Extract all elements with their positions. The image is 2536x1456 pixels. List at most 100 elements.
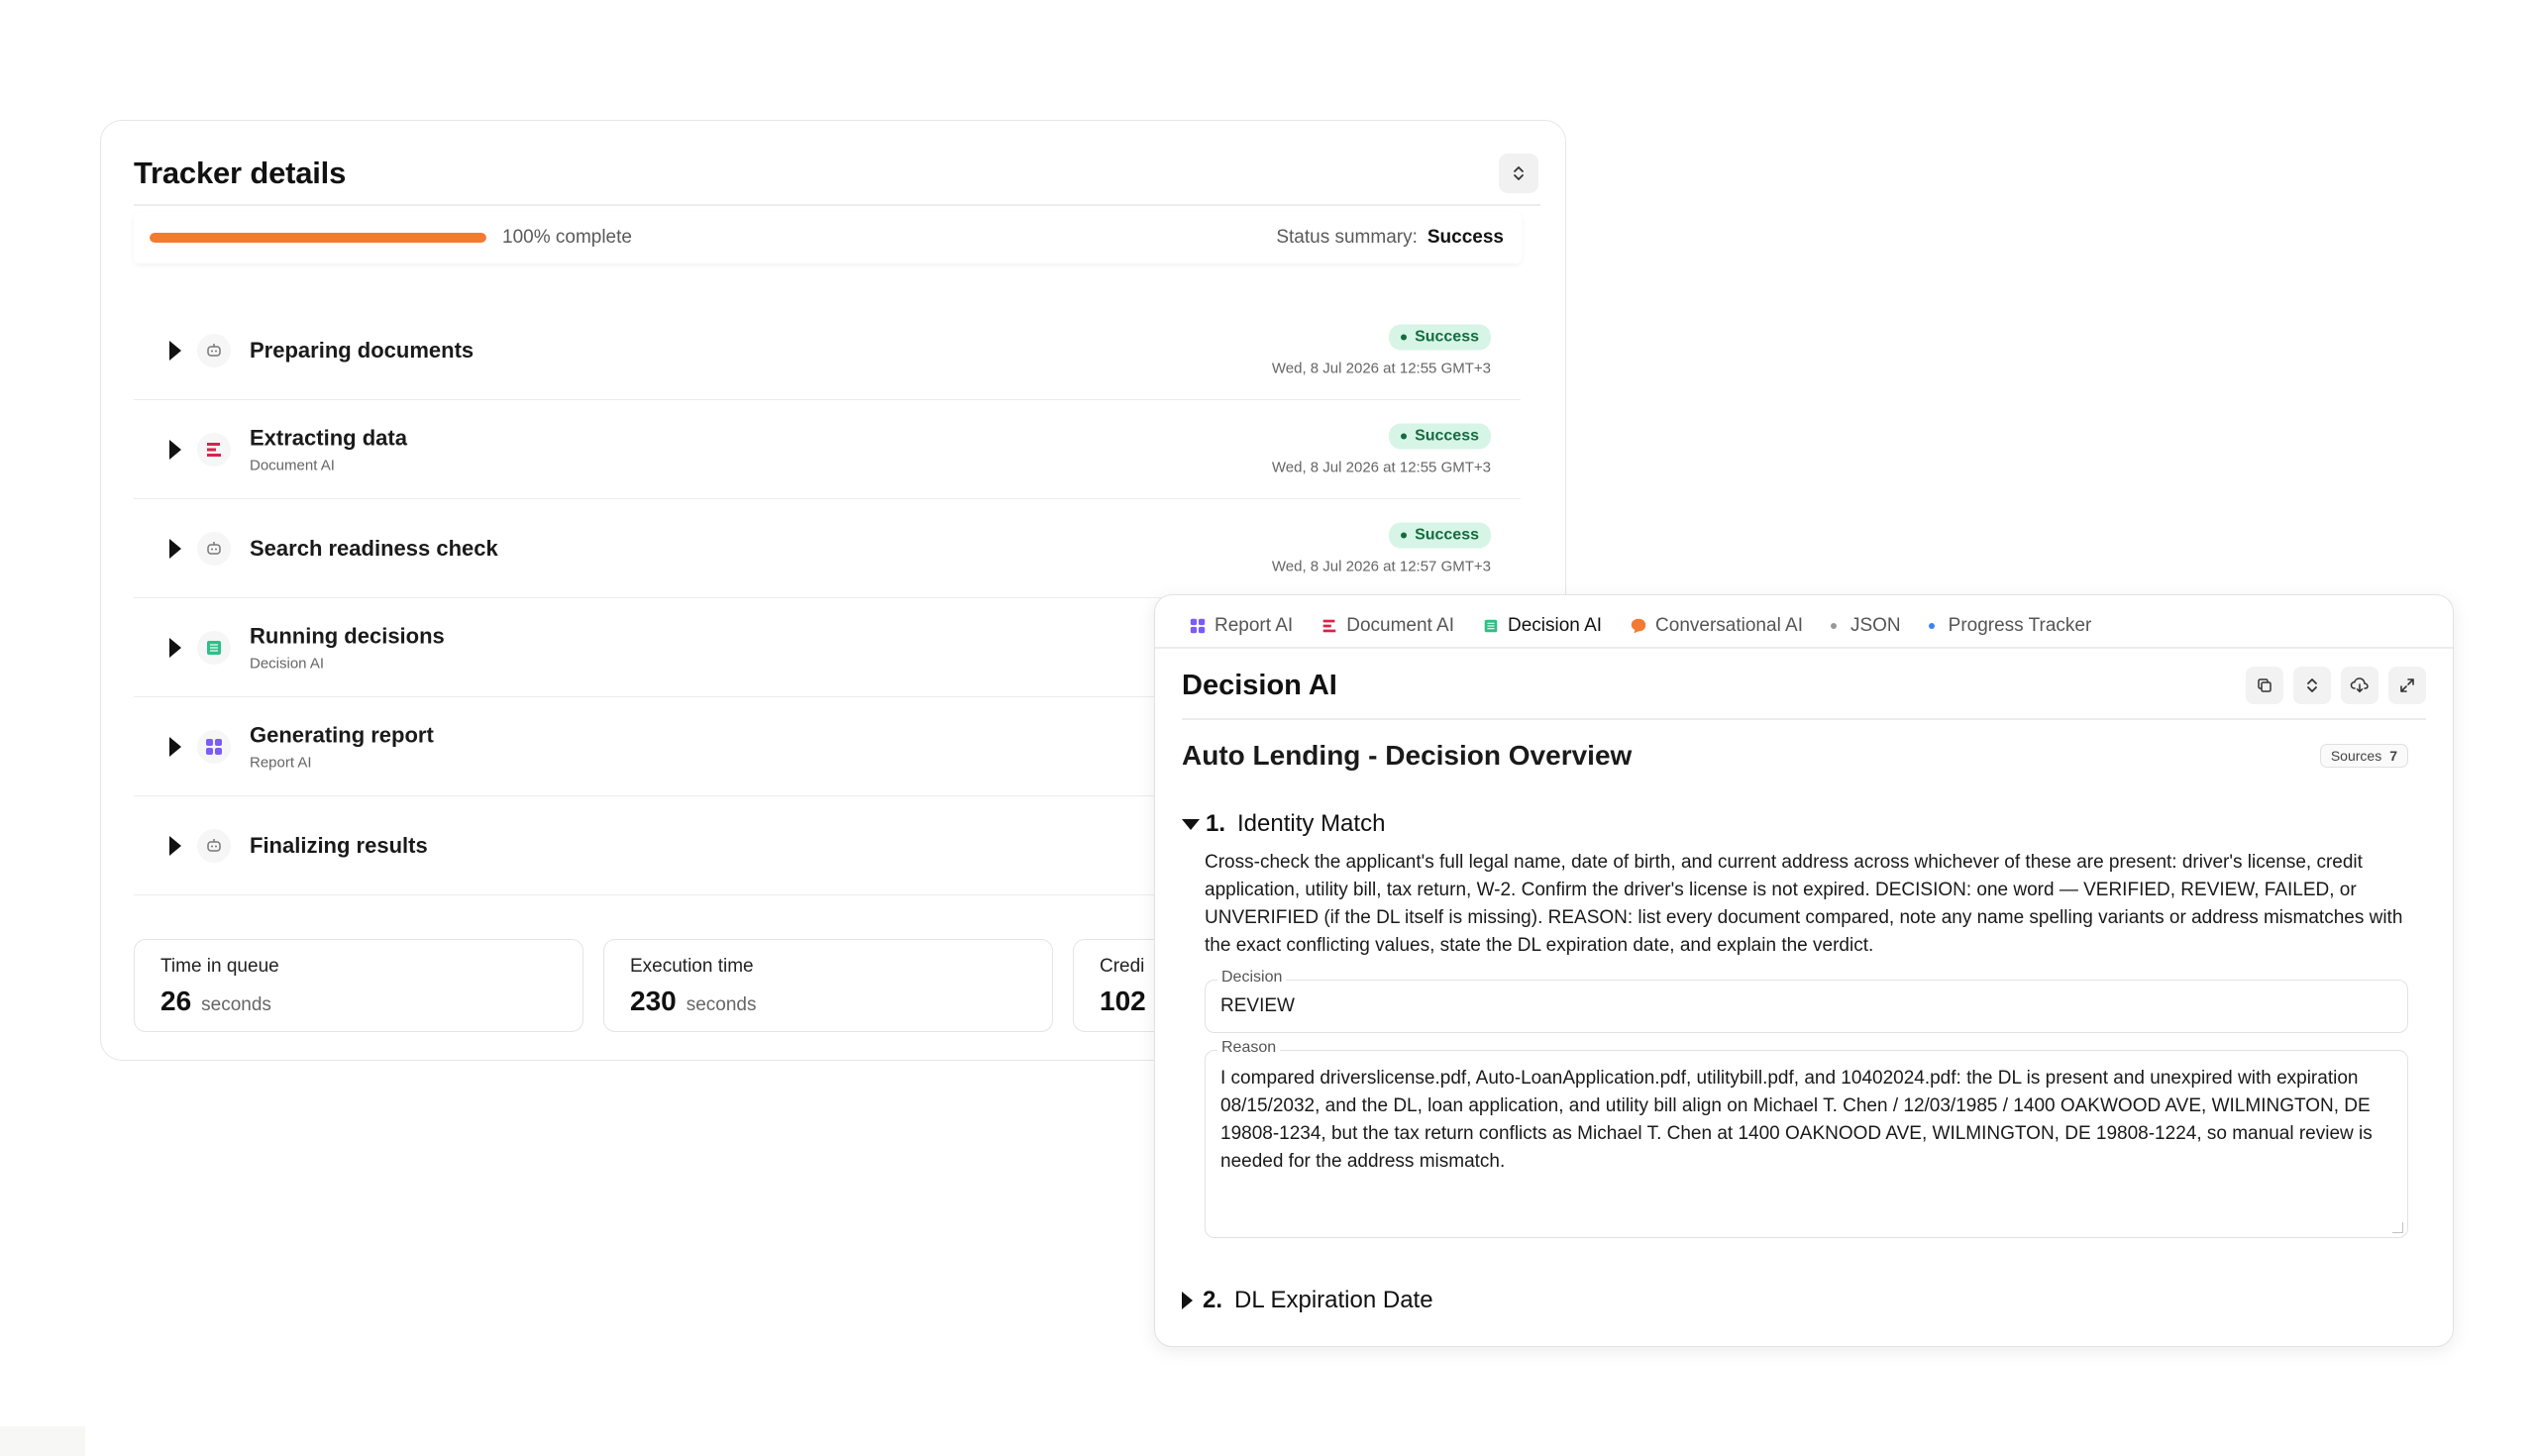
expand-arrow-icon[interactable] — [169, 637, 181, 658]
download-button[interactable] — [2341, 667, 2378, 704]
decision-value: REVIEW — [1220, 995, 1295, 1016]
document-ai-icon — [197, 432, 231, 467]
resize-handle-icon[interactable] — [2392, 1222, 2403, 1233]
corner-block — [0, 1426, 85, 1456]
robot-icon — [197, 531, 231, 566]
report-title: Auto Lending - Decision Overview — [1182, 740, 1633, 771]
expand-arrow-icon[interactable] — [169, 736, 181, 757]
decision-ai-icon — [197, 630, 231, 665]
tab-label: Progress Tracker — [1948, 615, 2092, 636]
status-summary-label: Status summary: — [1276, 227, 1418, 248]
decision-ai-icon — [1482, 617, 1500, 635]
tab-report-ai[interactable]: Report AI — [1175, 605, 1307, 647]
document-ai-icon — [1321, 617, 1338, 635]
step-timestamp: Wed, 8 Jul 2026 at 12:55 GMT+3 — [1271, 360, 1491, 376]
metric-label: Execution time — [630, 956, 754, 977]
reason-value: I compared driverslicense.pdf, Auto-Loan… — [1220, 1068, 2373, 1172]
metric-number: 102 — [1100, 986, 1146, 1016]
section-header-identity-match[interactable]: 1. Identity Match — [1182, 810, 1385, 838]
section-description: Cross-check the applicant's full legal n… — [1205, 852, 2403, 956]
step-text: Search readiness check — [250, 536, 498, 562]
status-summary-value: Success — [1426, 227, 1504, 248]
metric-value: 230 seconds — [630, 986, 1026, 1017]
step-row[interactable]: Search readiness check Success Wed, 8 Ju… — [134, 499, 1521, 598]
progress-fill — [150, 233, 486, 243]
decision-field[interactable]: Decision REVIEW — [1205, 969, 2408, 1033]
expand-arrow-icon[interactable] — [169, 439, 181, 460]
step-title: Preparing documents — [250, 337, 475, 363]
status-badge: Success — [1389, 423, 1491, 449]
section-title: Identity Match — [1237, 810, 1386, 837]
tab-progress-tracker[interactable]: Progress Tracker — [1915, 605, 2106, 647]
copy-icon — [2258, 678, 2272, 692]
expand-arrow-icon[interactable] — [169, 835, 181, 856]
panel-actions — [2246, 667, 2426, 704]
step-subtitle: Document AI — [250, 457, 335, 473]
decision-label: Decision — [1217, 969, 1287, 987]
chevron-up-down-icon — [1514, 166, 1524, 180]
tracker-header: Tracker details — [134, 143, 1538, 204]
step-text: Finalizing results — [250, 833, 428, 859]
tab-divider — [1155, 647, 2453, 649]
expand-collapse-button[interactable] — [1499, 154, 1538, 193]
status-badge-label: Success — [1415, 427, 1479, 444]
step-timestamp: Wed, 8 Jul 2026 at 12:55 GMT+3 — [1271, 459, 1491, 475]
section-number: 1. — [1206, 810, 1226, 837]
caret-down-icon — [1182, 818, 1200, 830]
step-subtitle: Report AI — [250, 754, 312, 771]
dot-icon — [1830, 623, 1837, 629]
fullscreen-button[interactable] — [2388, 667, 2426, 704]
tab-document-ai[interactable]: Document AI — [1307, 605, 1468, 647]
expand-arrow-icon[interactable] — [169, 340, 181, 361]
step-text: Preparing documents — [250, 338, 474, 364]
decision-ai-panel: Report AI Document AI Decision AI Conver… — [1154, 594, 2454, 1347]
section-header-dl-expiration[interactable]: 2. DL Expiration Date — [1182, 1287, 1433, 1314]
tab-label: JSON — [1849, 615, 1901, 636]
status-badge: Success — [1389, 324, 1491, 350]
copy-button[interactable] — [2246, 667, 2283, 704]
step-row[interactable]: Preparing documents Success Wed, 8 Jul 2… — [134, 301, 1521, 400]
progress-label: 100% complete — [502, 227, 632, 248]
expand-arrow-icon[interactable] — [169, 538, 181, 559]
expand-icon — [2400, 678, 2414, 692]
progress-strip: 100% complete Status summary: Success — [134, 212, 1522, 263]
metric-label: Time in queue — [160, 956, 279, 977]
reason-field[interactable]: Reason I compared driverslicense.pdf, Au… — [1205, 1039, 2408, 1238]
status-badge-label: Success — [1415, 328, 1479, 345]
metric-execution-time: Execution time 230 seconds — [603, 939, 1053, 1032]
robot-icon — [197, 828, 231, 863]
tracker-title: Tracker details — [134, 156, 347, 190]
reason-label: Reason — [1217, 1039, 1281, 1057]
caret-right-icon — [1182, 1292, 1193, 1309]
step-row[interactable]: Extracting data Document AI Success Wed,… — [134, 400, 1521, 499]
step-title: Search readiness check — [250, 535, 498, 561]
sources-badge[interactable]: Sources 7 — [2319, 744, 2408, 768]
step-title: Extracting data — [250, 425, 407, 450]
chat-icon — [1630, 617, 1647, 635]
tab-decision-ai[interactable]: Decision AI — [1468, 605, 1617, 649]
metric-number: 26 — [160, 986, 192, 1016]
chevron-up-down-icon — [2307, 678, 2317, 692]
tab-conversational-ai[interactable]: Conversational AI — [1616, 605, 1817, 647]
metric-number: 230 — [630, 986, 677, 1016]
tab-label: Document AI — [1346, 615, 1454, 636]
cloud-download-icon — [2350, 677, 2369, 693]
robot-icon — [197, 333, 231, 367]
report-ai-icon — [1189, 617, 1207, 635]
status-badge: Success — [1389, 522, 1491, 548]
expand-collapse-button[interactable] — [2293, 667, 2331, 704]
tab-json[interactable]: JSON — [1817, 605, 1915, 647]
step-subtitle: Decision AI — [250, 655, 325, 672]
step-text: Generating report Report AI — [250, 722, 434, 771]
tab-label: Report AI — [1215, 615, 1294, 636]
title-divider — [1182, 718, 2426, 720]
step-title: Generating report — [250, 722, 434, 747]
metric-unit: seconds — [686, 994, 757, 1015]
step-status: Success Wed, 8 Jul 2026 at 12:57 GMT+3 — [1272, 522, 1491, 574]
section-title: DL Expiration Date — [1234, 1287, 1433, 1313]
status-badge-label: Success — [1415, 526, 1479, 543]
sources-count: 7 — [2389, 748, 2397, 764]
sources-label: Sources — [2330, 748, 2382, 764]
progress-bar — [150, 233, 486, 243]
status-dot-icon — [1401, 532, 1408, 538]
